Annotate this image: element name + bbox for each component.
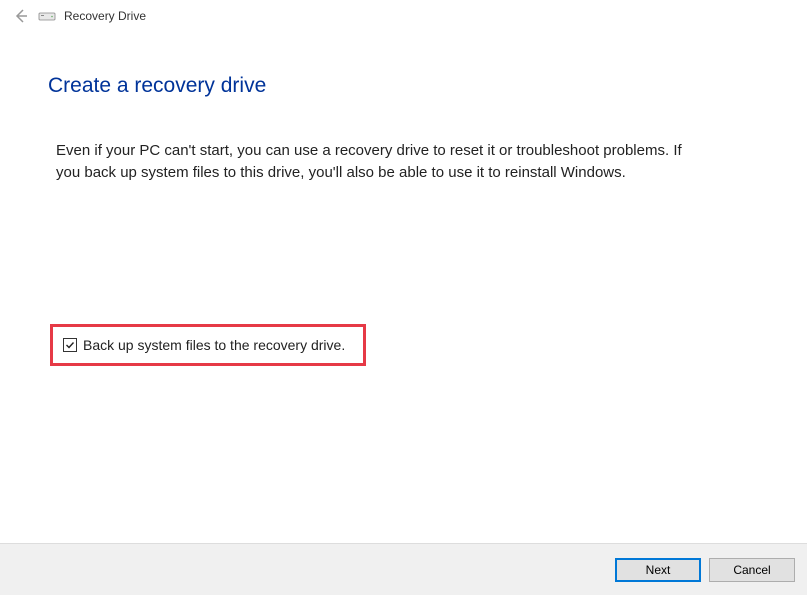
window-title: Recovery Drive (64, 9, 146, 23)
next-button[interactable]: Next (615, 558, 701, 582)
titlebar: Recovery Drive (0, 0, 807, 32)
page-description: Even if your PC can't start, you can use… (48, 140, 708, 184)
footer-bar: Next Cancel (0, 543, 807, 595)
back-arrow-icon[interactable] (12, 7, 30, 25)
page-heading: Create a recovery drive (48, 74, 759, 98)
cancel-button[interactable]: Cancel (709, 558, 795, 582)
checkbox-label: Back up system files to the recovery dri… (83, 337, 345, 353)
drive-icon (38, 9, 56, 23)
checkbox-icon (63, 338, 77, 352)
content-area: Create a recovery drive Even if your PC … (0, 32, 807, 366)
backup-checkbox-row[interactable]: Back up system files to the recovery dri… (50, 324, 366, 366)
